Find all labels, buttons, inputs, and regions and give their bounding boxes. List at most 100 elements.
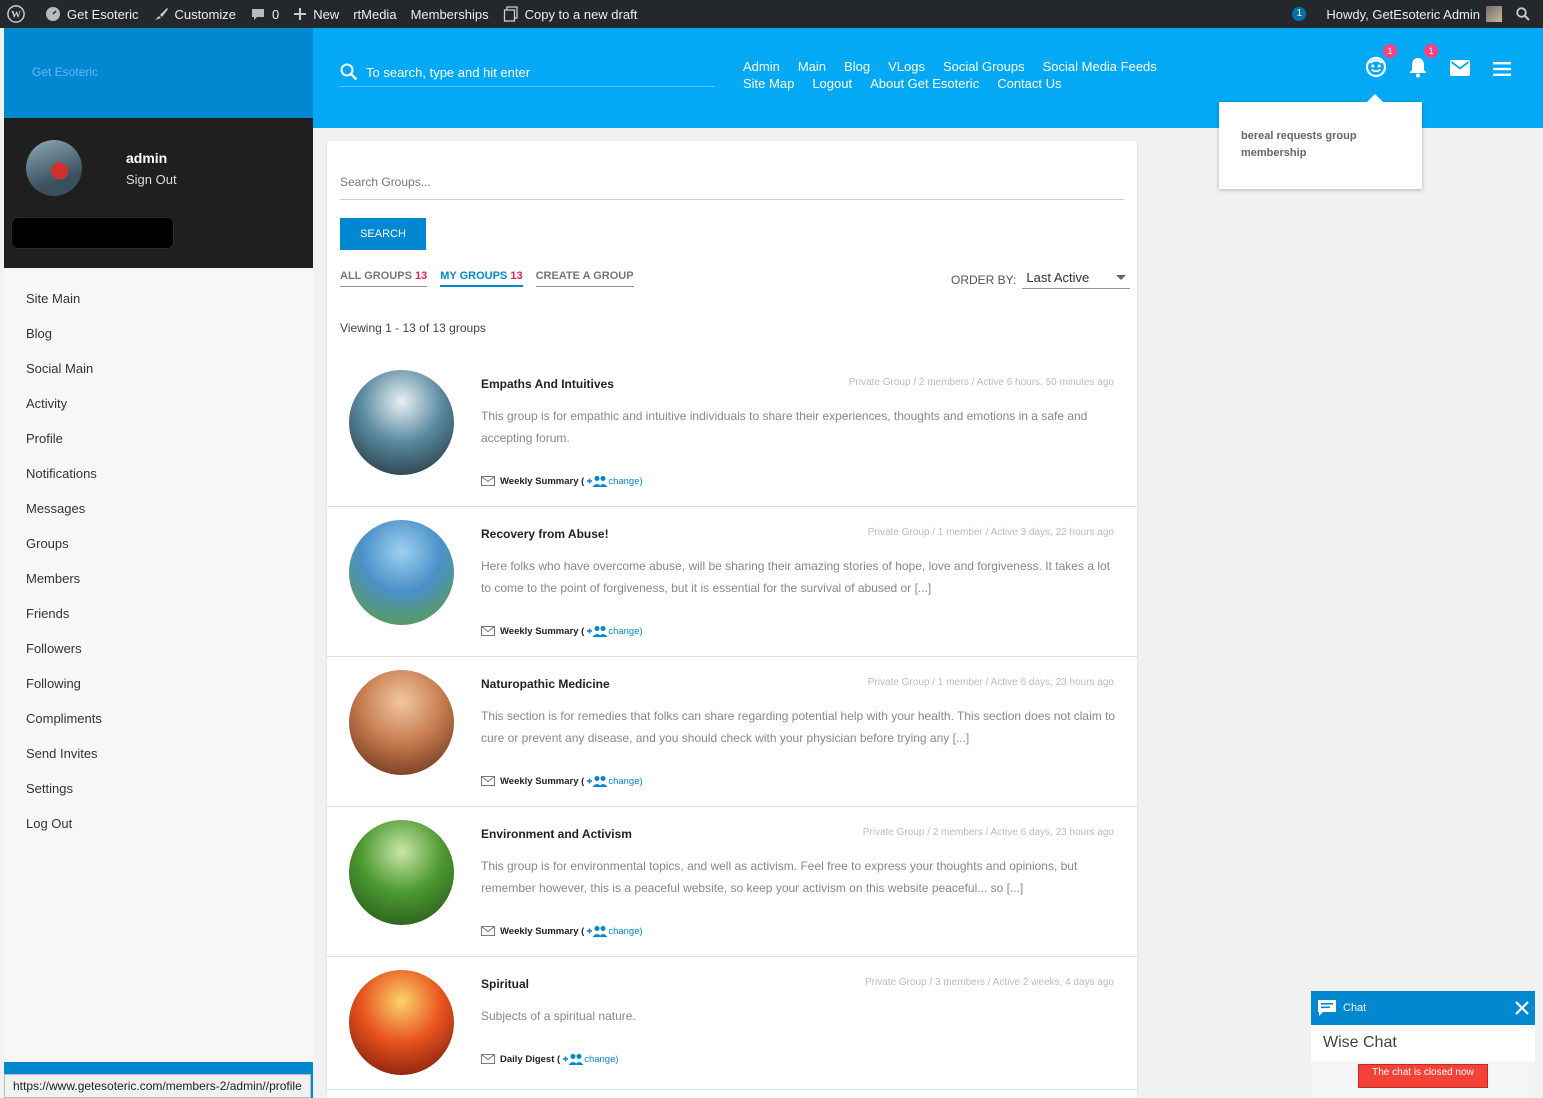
adminbar-customize[interactable]: Customize xyxy=(146,0,243,28)
customize-label: Customize xyxy=(174,6,236,22)
adminbar-rtmedia[interactable]: rtMedia xyxy=(346,0,403,28)
sidebar-item-groups[interactable]: Groups xyxy=(4,531,313,566)
nav-contact[interactable]: Contact Us xyxy=(997,76,1061,91)
group-description: This group is for environmental topics, … xyxy=(481,859,1078,895)
notifications-bell-icon[interactable]: 1 xyxy=(1408,44,1438,81)
email-icon xyxy=(481,1054,495,1064)
group-meta: Private Group / 1 member / Active 3 days… xyxy=(867,527,1114,538)
groups-search-button[interactable]: SEARCH xyxy=(340,218,426,250)
nav-about[interactable]: About Get Esoteric xyxy=(870,76,979,91)
nav-blog[interactable]: Blog xyxy=(844,59,870,74)
friend-requests-icon[interactable]: 1 xyxy=(1365,44,1397,81)
brush-icon xyxy=(154,8,168,20)
chat-closed-notice: The chat is closed now xyxy=(1358,1064,1488,1088)
group-avatar[interactable] xyxy=(349,820,454,925)
group-avatar[interactable] xyxy=(349,970,454,1075)
nav-social-groups[interactable]: Social Groups xyxy=(943,59,1025,74)
adminbar-copy-draft[interactable]: Copy to a new draft xyxy=(496,0,645,28)
group-avatar[interactable] xyxy=(349,520,454,625)
sidebar-item-messages[interactable]: Messages xyxy=(4,496,313,531)
friend-requests-badge: 1 xyxy=(1383,44,1397,58)
messages-mail-icon[interactable] xyxy=(1450,60,1470,79)
adminbar-comments[interactable]: 0 xyxy=(243,0,286,28)
viewing-count: Viewing 1 - 13 of 13 groups xyxy=(340,321,486,335)
header-search-input[interactable] xyxy=(366,64,696,80)
group-avatar[interactable] xyxy=(349,670,454,775)
add-group-icon xyxy=(587,626,608,637)
caret-down-icon xyxy=(1116,274,1127,280)
site-logo[interactable]: Get Esoteric xyxy=(4,28,313,118)
adminbar-new[interactable]: New xyxy=(286,0,346,28)
sidebar-item-send-invites[interactable]: Send Invites xyxy=(4,741,313,776)
memberships-label: Memberships xyxy=(410,6,489,22)
group-avatar[interactable] xyxy=(349,370,454,475)
chat-header[interactable]: Chat xyxy=(1311,991,1535,1025)
sidebar-item-log-out[interactable]: Log Out xyxy=(4,811,313,846)
adminbar-memberships[interactable]: Memberships xyxy=(404,0,496,28)
search-icon xyxy=(1516,7,1530,21)
profile-pill xyxy=(11,217,174,249)
adminbar-updates[interactable]: 1 xyxy=(1285,0,1319,28)
nav-admin[interactable]: Admin xyxy=(743,59,780,74)
top-nav: Admin Main Blog VLogs Social Groups Soci… xyxy=(743,59,1183,91)
sidebar-item-notifications[interactable]: Notifications xyxy=(4,461,313,496)
sidebar-item-compliments[interactable]: Compliments xyxy=(4,706,313,741)
admin-bar: W Get Esoteric Customize 0 New rtMedia M… xyxy=(0,0,1543,28)
notification-popup[interactable]: bereal requests group membership xyxy=(1219,94,1422,189)
email-icon xyxy=(481,926,495,936)
tab-my-groups[interactable]: MY GROUPS 13 xyxy=(440,270,523,287)
change-subscription-link[interactable]: change) xyxy=(586,775,643,787)
group-title[interactable]: Spiritual xyxy=(481,977,529,991)
tab-all-groups[interactable]: ALL GROUPS 13 xyxy=(340,270,428,287)
copy-draft-label: Copy to a new draft xyxy=(524,6,638,22)
nav-social-media-feeds[interactable]: Social Media Feeds xyxy=(1043,59,1157,74)
change-subscription-link[interactable]: change) xyxy=(586,625,643,637)
avatar[interactable] xyxy=(26,140,82,196)
order-by-select[interactable]: Last Active xyxy=(1022,270,1131,289)
chat-header-label: Chat xyxy=(1343,1002,1367,1014)
sidebar-item-following[interactable]: Following xyxy=(4,671,313,706)
group-subscription: Weekly Summary ( change) xyxy=(481,475,643,487)
sidebar-item-blog[interactable]: Blog xyxy=(4,321,313,356)
nav-site-map[interactable]: Site Map xyxy=(743,76,794,91)
adminbar-my-account[interactable]: Howdy, GetEsoteric Admin xyxy=(1319,0,1509,28)
nav-vlogs[interactable]: VLogs xyxy=(888,59,925,74)
add-group-icon xyxy=(587,776,608,787)
sidebar-item-members[interactable]: Members xyxy=(4,566,313,601)
tab-my-groups-count: 13 xyxy=(510,270,523,282)
wordpress-logo-icon[interactable]: W xyxy=(0,0,38,28)
menu-hamburger-icon[interactable] xyxy=(1493,62,1511,79)
groups-search-input[interactable] xyxy=(340,171,1124,193)
group-title[interactable]: Environment and Activism xyxy=(481,827,632,841)
sign-out-link[interactable]: Sign Out xyxy=(126,172,177,187)
group-description: Here folks who have overcome abuse, will… xyxy=(481,559,1110,595)
sidebar-item-social-main[interactable]: Social Main xyxy=(4,356,313,391)
updates-count-badge: 1 xyxy=(1292,7,1307,21)
sidebar-item-profile[interactable]: Profile xyxy=(4,426,313,461)
change-label: change) xyxy=(608,625,643,637)
tab-create-group[interactable]: CREATE A GROUP xyxy=(535,270,634,287)
sidebar-item-followers[interactable]: Followers xyxy=(4,636,313,671)
sidebar-item-activity[interactable]: Activity xyxy=(4,391,313,426)
change-label: change) xyxy=(608,775,643,787)
tab-all-groups-label: ALL GROUPS xyxy=(340,270,412,282)
sidebar-item-friends[interactable]: Friends xyxy=(4,601,313,636)
notification-text[interactable]: bereal requests group membership xyxy=(1241,130,1357,159)
change-subscription-link[interactable]: change) xyxy=(562,1053,619,1065)
sidebar-item-settings[interactable]: Settings xyxy=(4,776,313,811)
close-icon[interactable] xyxy=(1515,1001,1529,1015)
sidebar-item-site-main[interactable]: Site Main xyxy=(4,286,313,321)
search-icon[interactable] xyxy=(340,63,358,81)
change-subscription-link[interactable]: change) xyxy=(586,925,643,937)
tab-my-groups-label: MY GROUPS xyxy=(440,270,508,282)
change-label: change) xyxy=(584,1053,619,1065)
profile-name[interactable]: admin xyxy=(126,150,167,166)
group-title[interactable]: Empaths And Intuitives xyxy=(481,377,614,391)
nav-logout[interactable]: Logout xyxy=(812,76,852,91)
change-subscription-link[interactable]: change) xyxy=(586,475,643,487)
adminbar-site-name[interactable]: Get Esoteric xyxy=(38,0,146,28)
group-title[interactable]: Naturopathic Medicine xyxy=(481,677,610,691)
group-title[interactable]: Recovery from Abuse! xyxy=(481,527,609,541)
nav-main[interactable]: Main xyxy=(798,59,826,74)
adminbar-search[interactable] xyxy=(1509,0,1543,28)
